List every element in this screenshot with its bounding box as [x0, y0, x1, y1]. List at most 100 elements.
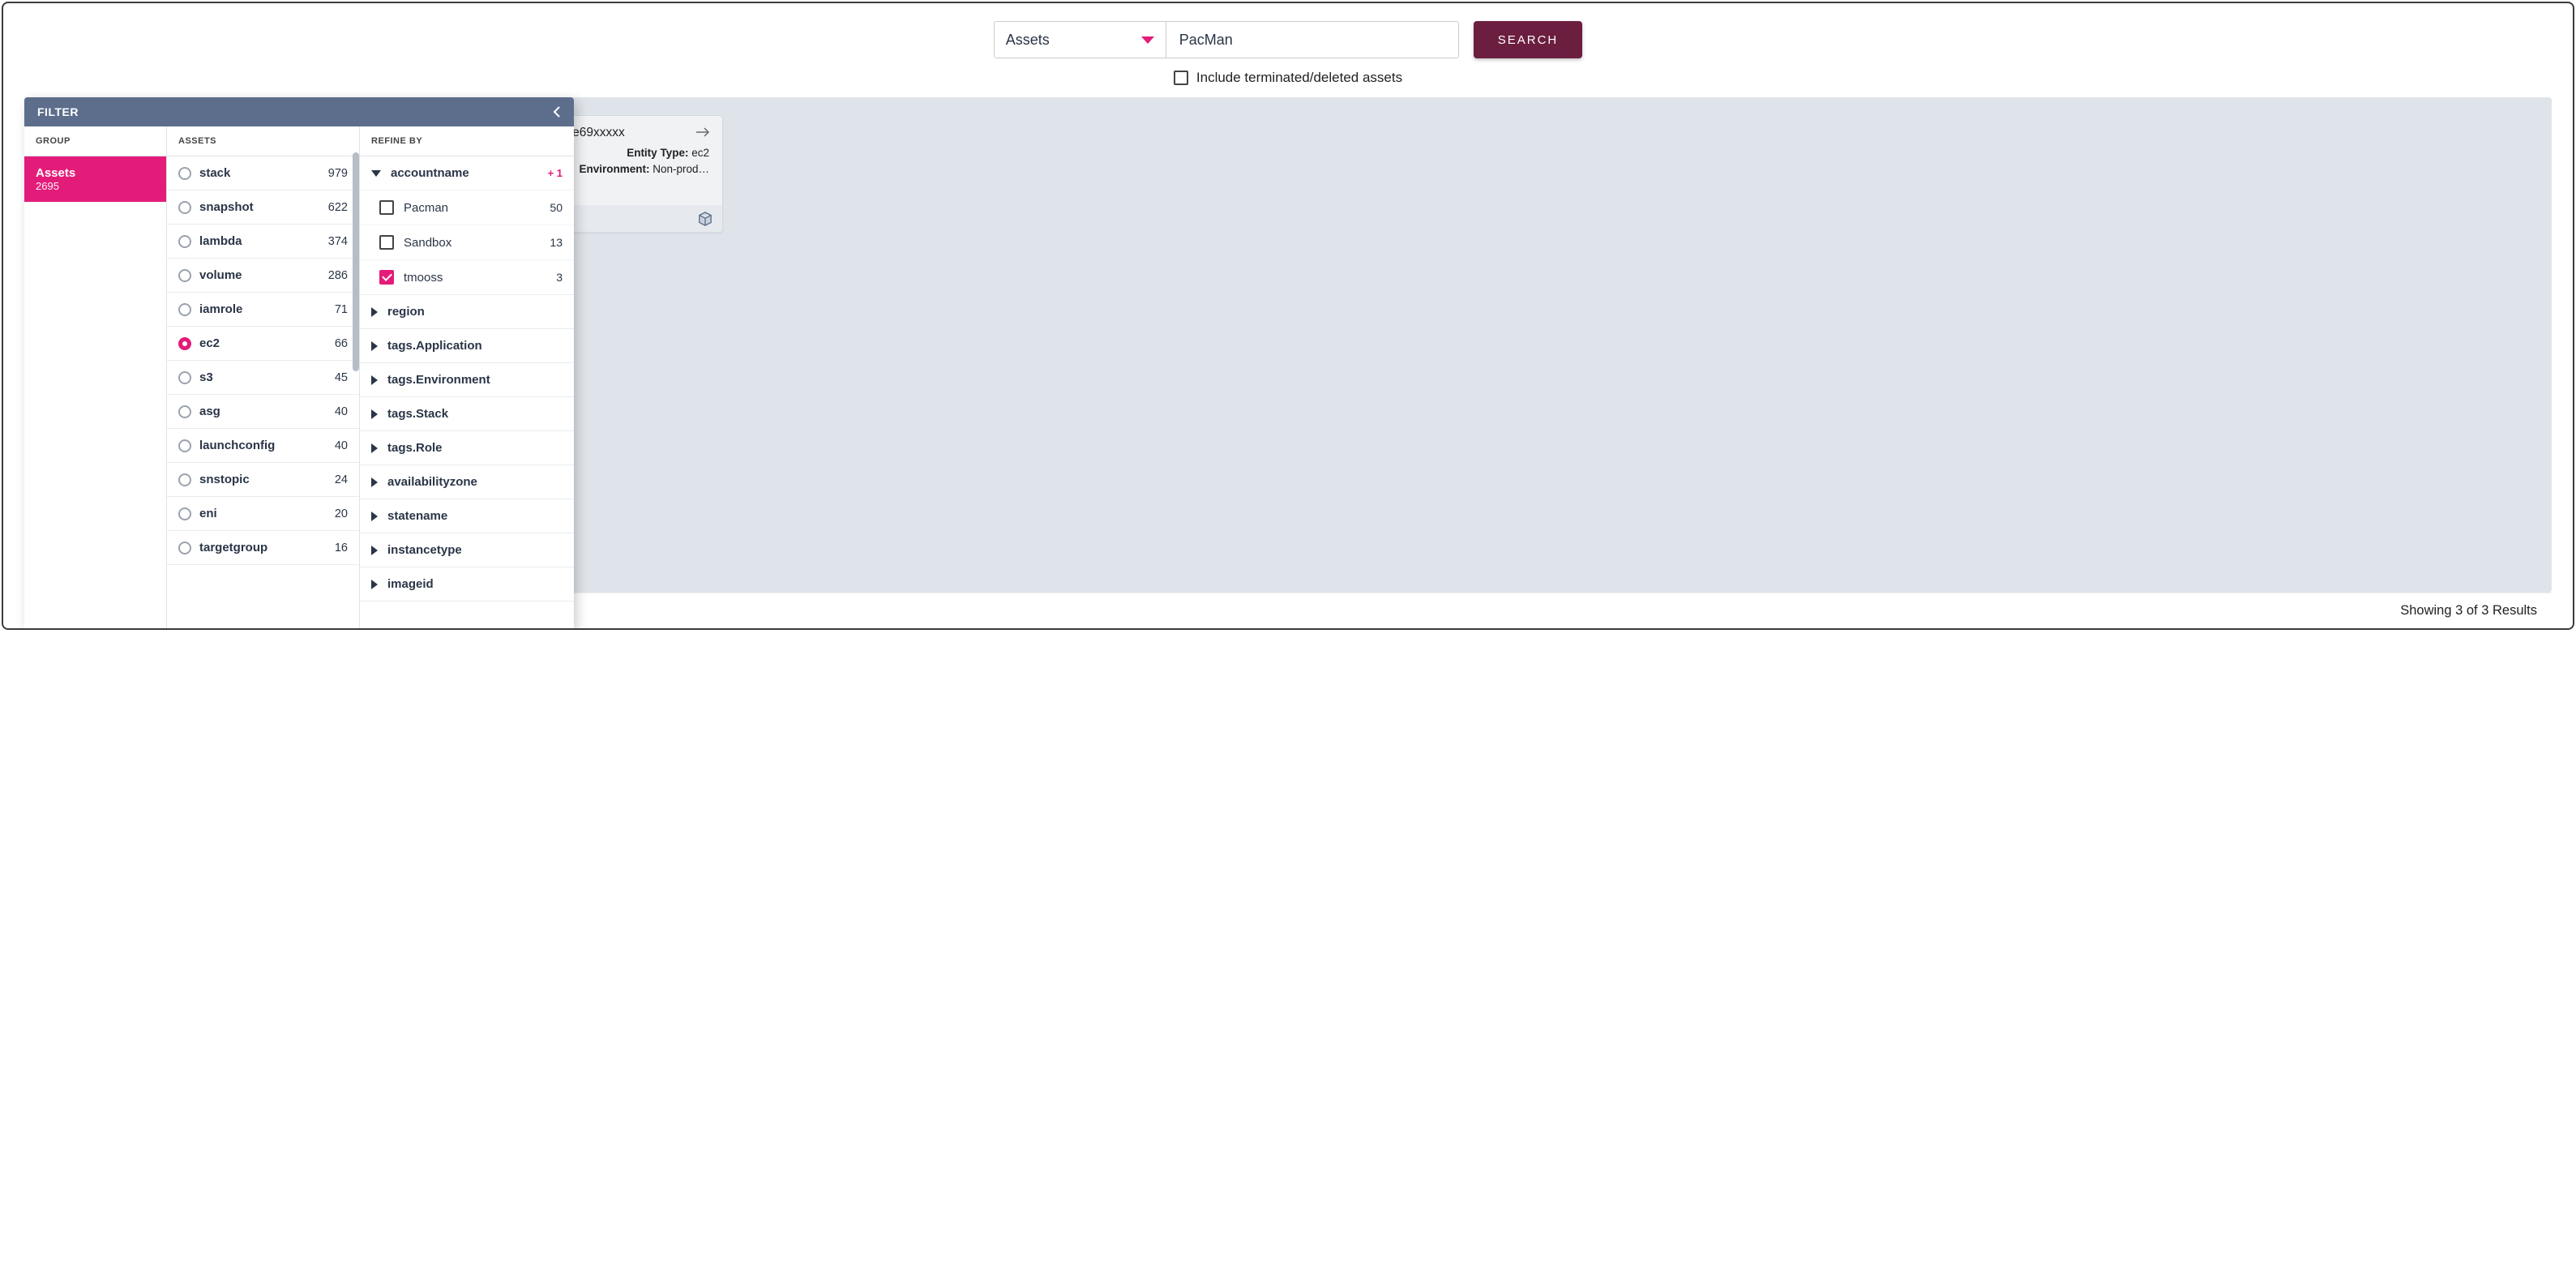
refine-section: region: [360, 295, 574, 329]
refine-head[interactable]: availabilityzone: [360, 465, 574, 499]
asset-row[interactable]: eni20: [167, 497, 359, 531]
refine-section: statename: [360, 499, 574, 533]
radio-icon[interactable]: [178, 507, 191, 520]
asset-name: lambda: [199, 234, 242, 248]
collapse-filter-icon[interactable]: [553, 105, 561, 118]
refine-head[interactable]: tags.Environment: [360, 363, 574, 396]
search-input[interactable]: [1166, 22, 1458, 58]
filter-header: FILTER: [24, 97, 574, 126]
refine-option[interactable]: Pacman 50: [360, 190, 574, 225]
asset-count: 622: [328, 201, 348, 214]
asset-count: 20: [335, 507, 348, 520]
refine-option-name: tmooss: [404, 271, 443, 285]
asset-count: 286: [328, 269, 348, 282]
chevron-right-icon: [371, 477, 378, 487]
asset-row[interactable]: launchconfig40: [167, 429, 359, 463]
refine-head[interactable]: instancetype: [360, 533, 574, 567]
refine-section: tags.Stack: [360, 397, 574, 431]
asset-row[interactable]: snstopic24: [167, 463, 359, 497]
asset-row[interactable]: asg40: [167, 395, 359, 429]
radio-icon[interactable]: [178, 371, 191, 384]
environment-label: Environment:: [579, 163, 649, 175]
checkbox-icon[interactable]: [379, 200, 394, 215]
refine-option[interactable]: Sandbox13: [360, 225, 574, 259]
refine-name: imageid: [387, 577, 434, 591]
filter-assets-column: ASSETS stack979snapshot622lambda374volum…: [167, 126, 360, 628]
chevron-right-icon: [371, 341, 378, 351]
include-terminated-checkbox[interactable]: [1174, 71, 1188, 85]
refine-option[interactable]: tmooss 3: [360, 259, 574, 294]
asset-name: snstopic: [199, 473, 250, 486]
chevron-right-icon: [371, 580, 378, 589]
entity-type-value: ec2: [691, 147, 709, 159]
filter-group-column: GROUP Assets2695: [24, 126, 167, 628]
radio-icon[interactable]: [178, 542, 191, 554]
asset-row[interactable]: stack979: [167, 156, 359, 191]
refine-name: availabilityzone: [387, 475, 477, 489]
radio-icon[interactable]: [178, 337, 191, 350]
radio-icon[interactable]: [178, 303, 191, 316]
include-terminated-row: Include terminated/deleted assets: [3, 65, 2573, 97]
refine-name: instancetype: [387, 543, 462, 557]
refine-section: tags.Role: [360, 431, 574, 465]
asset-count: 40: [335, 439, 348, 452]
filter-title: FILTER: [37, 105, 79, 118]
chevron-right-icon: [371, 409, 378, 419]
chevron-right-icon: [371, 443, 378, 453]
radio-icon[interactable]: [178, 439, 191, 452]
refine-option-count: 50: [550, 201, 563, 214]
radio-icon[interactable]: [178, 405, 191, 418]
refine-head[interactable]: imageid: [360, 567, 574, 601]
refine-name: statename: [387, 509, 447, 523]
radio-icon[interactable]: [178, 167, 191, 180]
radio-icon[interactable]: [178, 473, 191, 486]
refine-option-name: Pacman: [404, 201, 448, 215]
refine-head[interactable]: tags.Stack: [360, 397, 574, 430]
scrollbar[interactable]: [353, 152, 359, 371]
refine-head[interactable]: region: [360, 295, 574, 328]
asset-name: volume: [199, 268, 242, 282]
chevron-right-icon: [371, 512, 378, 521]
search-button[interactable]: SEARCH: [1474, 21, 1583, 58]
asset-name: iamrole: [199, 302, 242, 316]
environment-value: Non-prod…: [653, 163, 709, 175]
refine-name: tags.Role: [387, 441, 443, 455]
asset-name: ec2: [199, 336, 220, 350]
asset-row[interactable]: lambda374: [167, 225, 359, 259]
checkbox-icon[interactable]: [379, 235, 394, 250]
cube-icon: [698, 212, 712, 226]
asset-name: s3: [199, 370, 213, 384]
radio-icon[interactable]: [178, 235, 191, 248]
arrow-right-icon[interactable]: [696, 127, 711, 137]
refine-name: region: [387, 305, 425, 319]
asset-row[interactable]: iamrole 71: [167, 293, 359, 327]
asset-name: targetgroup: [199, 541, 267, 554]
refine-option-name: Sandbox: [404, 236, 451, 250]
chevron-down-icon: [1141, 36, 1154, 44]
asset-count: 16: [335, 542, 348, 554]
category-select[interactable]: Assets: [995, 22, 1166, 58]
asset-row[interactable]: snapshot622: [167, 191, 359, 225]
group-column-header: GROUP: [24, 126, 166, 156]
refine-name: accountname: [391, 166, 469, 180]
asset-row[interactable]: targetgroup 16: [167, 531, 359, 565]
radio-icon[interactable]: [178, 269, 191, 282]
checkbox-icon[interactable]: [379, 270, 394, 285]
radio-icon[interactable]: [178, 201, 191, 214]
refine-head[interactable]: tags.Role: [360, 431, 574, 465]
asset-row[interactable]: ec266: [167, 327, 359, 361]
asset-count: 40: [335, 405, 348, 418]
refine-name: tags.Environment: [387, 373, 490, 387]
asset-row[interactable]: s345: [167, 361, 359, 395]
group-item[interactable]: Assets2695: [24, 156, 166, 202]
refine-head[interactable]: accountname+ 1: [360, 156, 574, 190]
refine-column-header: REFINE BY: [360, 126, 574, 156]
asset-name: stack: [199, 166, 230, 180]
asset-row[interactable]: volume 286: [167, 259, 359, 293]
search-bar: Assets SEARCH: [3, 3, 2573, 65]
refine-option-count: 3: [556, 271, 563, 284]
refine-head[interactable]: statename: [360, 499, 574, 533]
asset-count: 71: [335, 303, 348, 316]
refine-head[interactable]: tags.Application: [360, 329, 574, 362]
filter-refine-column: REFINE BY accountname+ 1 Pacman 50 Sandbox1…: [360, 126, 574, 628]
